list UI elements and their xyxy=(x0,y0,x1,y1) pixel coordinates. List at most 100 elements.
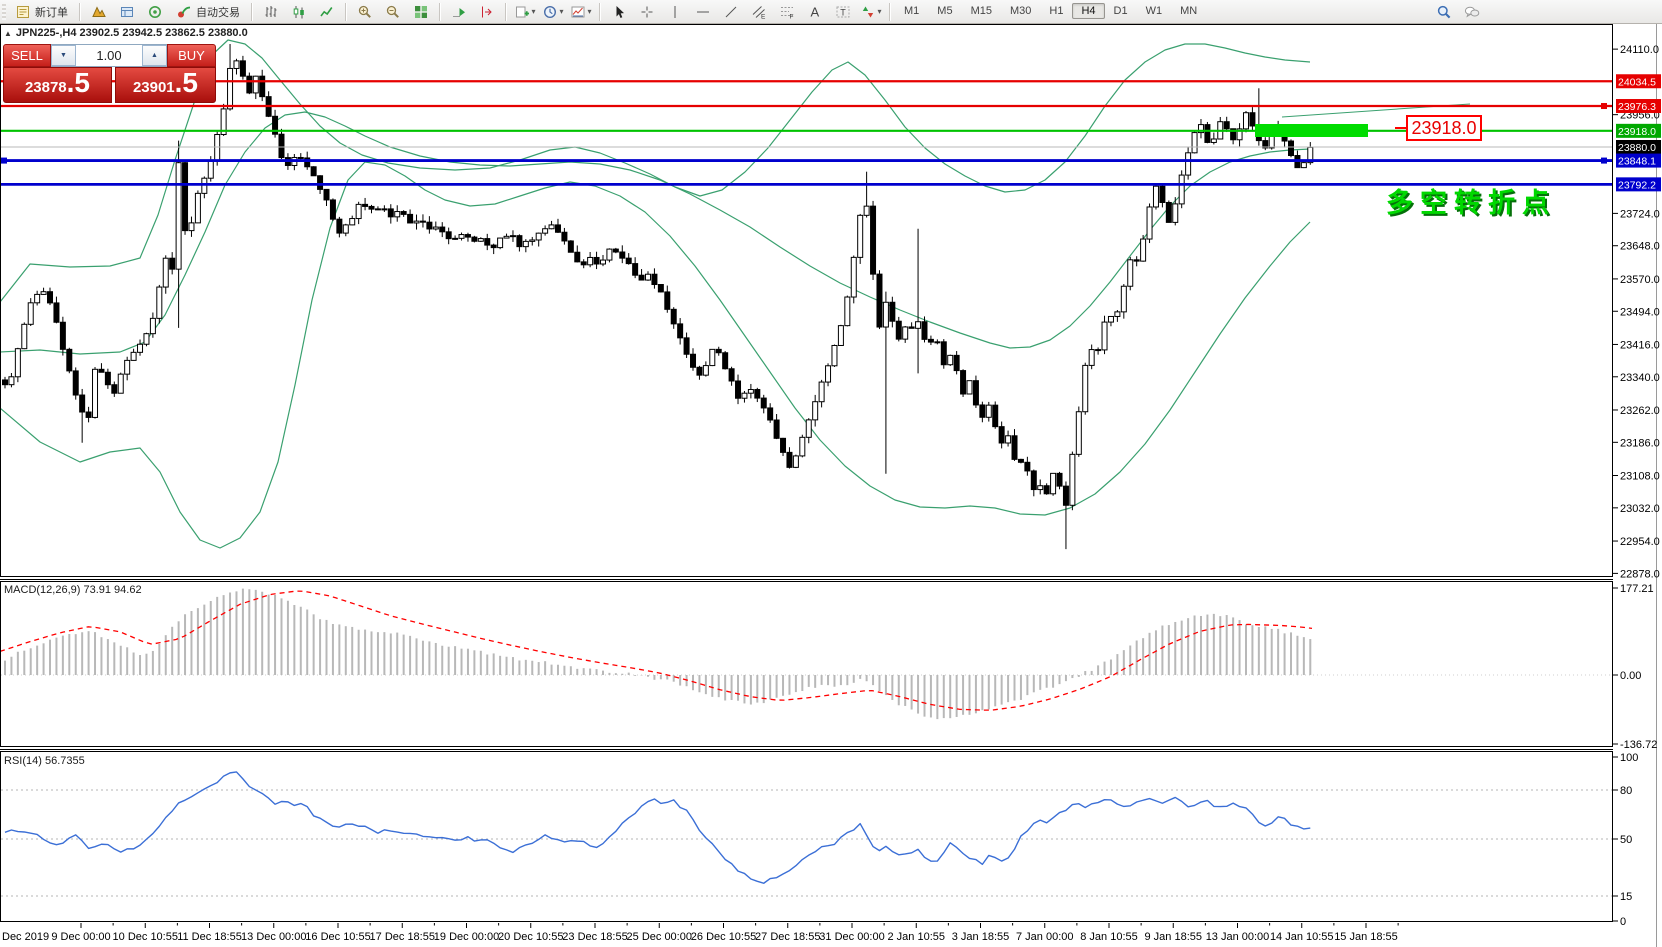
candle xyxy=(787,452,792,467)
tile-windows-button[interactable] xyxy=(407,1,435,23)
svg-text:100: 100 xyxy=(1620,752,1638,764)
chart-shift-button[interactable] xyxy=(473,1,501,23)
candlestick-chart-button[interactable] xyxy=(285,1,313,23)
candle xyxy=(716,349,721,352)
search-button[interactable] xyxy=(1430,1,1458,23)
candle xyxy=(1096,350,1101,351)
trendline-button[interactable] xyxy=(717,1,745,23)
candle xyxy=(228,68,233,108)
line-anchor[interactable] xyxy=(1,158,7,164)
svg-text:0: 0 xyxy=(1620,916,1626,928)
svg-text:9 Jan 18:55: 9 Jan 18:55 xyxy=(1145,931,1203,943)
candle xyxy=(86,412,91,417)
timeframe-button-h1[interactable]: H1 xyxy=(1040,3,1072,19)
candle xyxy=(781,438,786,452)
timeframe-button-m5[interactable]: M5 xyxy=(928,3,961,19)
timeframe-button-d1[interactable]: D1 xyxy=(1105,3,1137,19)
buy-price[interactable]: 23901 .5 xyxy=(115,67,216,103)
timeframe-button-h4[interactable]: H4 xyxy=(1072,3,1104,19)
line-anchor[interactable] xyxy=(1601,103,1607,109)
hline-button[interactable] xyxy=(689,1,717,23)
candle xyxy=(1186,153,1191,175)
chevron-down-icon[interactable]: ▾ xyxy=(877,7,881,16)
timeframe-button-m30[interactable]: M30 xyxy=(1001,3,1040,19)
candle xyxy=(980,405,985,417)
auto-trading-icon xyxy=(176,4,192,20)
navigator-button[interactable] xyxy=(141,1,169,23)
svg-text:15 Jan 18:55: 15 Jan 18:55 xyxy=(1334,931,1398,943)
chevron-down-icon[interactable]: ▾ xyxy=(531,7,535,16)
auto-trading-button[interactable]: 自动交易 xyxy=(169,1,247,23)
volume-increase-button[interactable]: ▲ xyxy=(142,45,167,66)
one-click-trading-panel: SELL ▼ ▲ BUY 23878 .5 23901 .5 xyxy=(3,44,216,103)
timeframe-button-w1[interactable]: W1 xyxy=(1137,3,1172,19)
candle xyxy=(568,241,573,252)
svg-text:2 Jan 10:55: 2 Jan 10:55 xyxy=(888,931,946,943)
market-watch-button[interactable] xyxy=(85,1,113,23)
hline-icon xyxy=(695,4,711,20)
line-chart-button[interactable] xyxy=(313,1,341,23)
candle xyxy=(369,206,374,209)
volume-stepper: ▼ ▲ xyxy=(51,44,167,67)
zoom-in-icon xyxy=(357,4,373,20)
periods-button[interactable]: ▾ xyxy=(539,1,567,23)
collapse-panel-icon[interactable]: ▲ xyxy=(4,29,12,38)
new-order-button[interactable]: 新订单 xyxy=(8,1,75,23)
auto-scroll-icon xyxy=(451,4,467,20)
candle xyxy=(832,345,837,365)
candle xyxy=(1289,141,1294,155)
sell-price[interactable]: 23878 .5 xyxy=(3,67,112,103)
chat-button[interactable] xyxy=(1458,1,1486,23)
trendline-icon xyxy=(723,4,739,20)
vline-button[interactable] xyxy=(661,1,689,23)
candle xyxy=(723,353,728,369)
cursor-button[interactable] xyxy=(605,1,633,23)
candle xyxy=(864,206,869,215)
green-highlight-bar[interactable] xyxy=(1255,124,1368,137)
channel-button[interactable]: E xyxy=(745,1,773,23)
candle xyxy=(555,225,560,232)
chevron-down-icon[interactable]: ▾ xyxy=(587,7,591,16)
fibo-button[interactable]: F xyxy=(773,1,801,23)
timeframe-button-mn[interactable]: MN xyxy=(1171,3,1206,19)
price-axis[interactable]: 24110.023956.023724.023648.023570.023494… xyxy=(1613,44,1660,928)
toolbar-grip[interactable] xyxy=(2,4,6,20)
auto-scroll-button[interactable] xyxy=(445,1,473,23)
volume-input[interactable] xyxy=(76,45,142,66)
sell-button[interactable]: SELL xyxy=(3,44,51,67)
chart-canvas[interactable]: 24110.023956.023724.023648.023570.023494… xyxy=(0,0,1662,947)
candle xyxy=(60,322,65,349)
candle xyxy=(729,369,734,381)
indicators-button[interactable]: ▾ xyxy=(511,1,539,23)
candle xyxy=(1044,486,1049,494)
templates-button[interactable]: ▾ xyxy=(567,1,595,23)
candle xyxy=(1006,436,1011,443)
zoom-in-button[interactable] xyxy=(351,1,379,23)
volume-decrease-button[interactable]: ▼ xyxy=(51,45,76,66)
zoom-out-button[interactable] xyxy=(379,1,407,23)
crosshair-button[interactable] xyxy=(633,1,661,23)
svg-text:A: A xyxy=(811,4,820,19)
candle xyxy=(478,239,483,242)
timeframe-button-m1[interactable]: M1 xyxy=(895,3,928,19)
turning-point-annotation[interactable]: 多空转折点 xyxy=(1386,181,1556,220)
candle xyxy=(99,369,104,372)
svg-text:17 Dec 18:55: 17 Dec 18:55 xyxy=(370,931,435,943)
candle xyxy=(973,381,978,405)
svg-text:F: F xyxy=(790,13,794,20)
rsi-indicator-label: RSI(14) 56.7355 xyxy=(4,755,85,767)
text-button[interactable]: A xyxy=(801,1,829,23)
candle xyxy=(1147,207,1152,239)
bar-chart-button[interactable] xyxy=(257,1,285,23)
buy-price-main: 23901 xyxy=(133,71,175,96)
time-axis[interactable]: Dec 20199 Dec 00:0010 Dec 10:5511 Dec 18… xyxy=(2,923,1398,943)
label-button[interactable]: T xyxy=(829,1,857,23)
chevron-down-icon[interactable]: ▾ xyxy=(559,7,563,16)
line-anchor[interactable] xyxy=(1601,158,1607,164)
arrows-button[interactable]: ▾ xyxy=(857,1,885,23)
candle xyxy=(671,309,676,324)
data-window-button[interactable] xyxy=(113,1,141,23)
buy-button[interactable]: BUY xyxy=(167,44,216,67)
price-callout-box[interactable]: 23918.0 xyxy=(1406,115,1482,141)
timeframe-button-m15[interactable]: M15 xyxy=(962,3,1001,19)
